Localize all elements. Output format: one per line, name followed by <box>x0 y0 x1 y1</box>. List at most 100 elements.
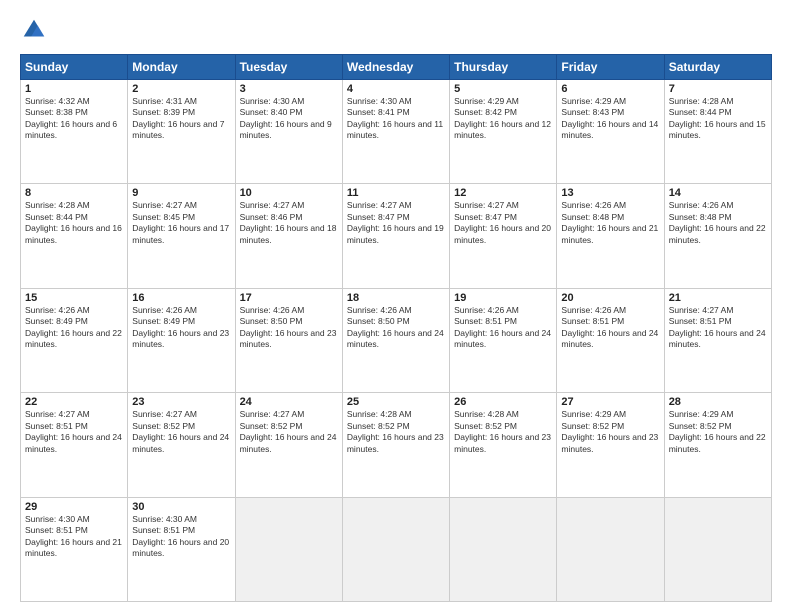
day-info: Sunrise: 4:28 AMSunset: 8:44 PMDaylight:… <box>25 200 123 246</box>
day-cell: 17Sunrise: 4:26 AMSunset: 8:50 PMDayligh… <box>235 288 342 392</box>
day-number: 2 <box>132 83 230 95</box>
logo <box>20 16 52 44</box>
day-number: 24 <box>240 396 338 408</box>
day-number: 19 <box>454 292 552 304</box>
day-info: Sunrise: 4:27 AMSunset: 8:47 PMDaylight:… <box>347 200 445 246</box>
logo-icon <box>20 16 48 44</box>
day-info: Sunrise: 4:27 AMSunset: 8:46 PMDaylight:… <box>240 200 338 246</box>
day-cell: 10Sunrise: 4:27 AMSunset: 8:46 PMDayligh… <box>235 184 342 288</box>
col-header-friday: Friday <box>557 55 664 80</box>
day-cell: 11Sunrise: 4:27 AMSunset: 8:47 PMDayligh… <box>342 184 449 288</box>
col-header-thursday: Thursday <box>450 55 557 80</box>
day-cell: 28Sunrise: 4:29 AMSunset: 8:52 PMDayligh… <box>664 393 771 497</box>
day-cell: 26Sunrise: 4:28 AMSunset: 8:52 PMDayligh… <box>450 393 557 497</box>
day-cell: 12Sunrise: 4:27 AMSunset: 8:47 PMDayligh… <box>450 184 557 288</box>
day-cell: 29Sunrise: 4:30 AMSunset: 8:51 PMDayligh… <box>21 497 128 601</box>
col-header-saturday: Saturday <box>664 55 771 80</box>
col-header-sunday: Sunday <box>21 55 128 80</box>
day-number: 17 <box>240 292 338 304</box>
week-row-5: 29 Sunrise: 4:30 AMSunset: 8:51 PMDayligh… <box>21 497 772 601</box>
day-info: Sunrise: 4:32 AMSunset: 8:38 PMDaylight:… <box>25 96 123 142</box>
day-number: 4 <box>347 83 445 95</box>
day-number: 15 <box>25 292 123 304</box>
day-number: 27 <box>561 396 659 408</box>
day-info: Sunrise: 4:26 AMSunset: 8:48 PMDaylight:… <box>669 200 767 246</box>
day-number: 5 <box>454 83 552 95</box>
day-number: 29 <box>25 501 123 513</box>
day-number: 3 <box>240 83 338 95</box>
day-cell: 27Sunrise: 4:29 AMSunset: 8:52 PMDayligh… <box>557 393 664 497</box>
day-number: 14 <box>669 187 767 199</box>
calendar-table: SundayMondayTuesdayWednesdayThursdayFrid… <box>20 54 772 602</box>
day-cell: 22Sunrise: 4:27 AMSunset: 8:51 PMDayligh… <box>21 393 128 497</box>
day-info: Sunrise: 4:26 AMSunset: 8:51 PMDaylight:… <box>454 305 552 351</box>
day-cell: 20Sunrise: 4:26 AMSunset: 8:51 PMDayligh… <box>557 288 664 392</box>
day-number: 25 <box>347 396 445 408</box>
day-number: 26 <box>454 396 552 408</box>
day-cell: 21Sunrise: 4:27 AMSunset: 8:51 PMDayligh… <box>664 288 771 392</box>
day-info: Sunrise: 4:28 AMSunset: 8:44 PMDaylight:… <box>669 96 767 142</box>
day-cell: 23Sunrise: 4:27 AMSunset: 8:52 PMDayligh… <box>128 393 235 497</box>
col-header-monday: Monday <box>128 55 235 80</box>
day-info: Sunrise: 4:27 AMSunset: 8:51 PMDaylight:… <box>669 305 767 351</box>
day-info: Sunrise: 4:27 AMSunset: 8:52 PMDaylight:… <box>132 409 230 455</box>
day-info: Sunrise: 4:30 AMSunset: 8:40 PMDaylight:… <box>240 96 338 142</box>
day-cell <box>664 497 771 601</box>
day-info: Sunrise: 4:26 AMSunset: 8:48 PMDaylight:… <box>561 200 659 246</box>
col-header-tuesday: Tuesday <box>235 55 342 80</box>
day-cell: 8Sunrise: 4:28 AMSunset: 8:44 PMDaylight… <box>21 184 128 288</box>
week-row-4: 22Sunrise: 4:27 AMSunset: 8:51 PMDayligh… <box>21 393 772 497</box>
day-cell <box>450 497 557 601</box>
day-cell: 2Sunrise: 4:31 AMSunset: 8:39 PMDaylight… <box>128 80 235 184</box>
day-number: 23 <box>132 396 230 408</box>
day-number: 20 <box>561 292 659 304</box>
day-number: 28 <box>669 396 767 408</box>
header <box>20 16 772 44</box>
day-number: 11 <box>347 187 445 199</box>
day-cell: 7Sunrise: 4:28 AMSunset: 8:44 PMDaylight… <box>664 80 771 184</box>
week-row-3: 15Sunrise: 4:26 AMSunset: 8:49 PMDayligh… <box>21 288 772 392</box>
day-number: 30 <box>132 501 230 513</box>
page: SundayMondayTuesdayWednesdayThursdayFrid… <box>0 0 792 612</box>
day-info: Sunrise: 4:29 AMSunset: 8:52 PMDaylight:… <box>669 409 767 455</box>
day-info: Sunrise: 4:27 AMSunset: 8:51 PMDaylight:… <box>25 409 123 455</box>
day-info: Sunrise: 4:30 AMSunset: 8:41 PMDaylight:… <box>347 96 445 142</box>
day-cell: 6Sunrise: 4:29 AMSunset: 8:43 PMDaylight… <box>557 80 664 184</box>
day-cell: 13Sunrise: 4:26 AMSunset: 8:48 PMDayligh… <box>557 184 664 288</box>
week-row-2: 8Sunrise: 4:28 AMSunset: 8:44 PMDaylight… <box>21 184 772 288</box>
day-info: Sunrise: 4:30 AMSunset: 8:51 PMDaylight:… <box>132 514 230 560</box>
day-info: Sunrise: 4:26 AMSunset: 8:50 PMDaylight:… <box>240 305 338 351</box>
day-info: Sunrise: 4:27 AMSunset: 8:47 PMDaylight:… <box>454 200 552 246</box>
week-row-1: 1Sunrise: 4:32 AMSunset: 8:38 PMDaylight… <box>21 80 772 184</box>
day-cell <box>235 497 342 601</box>
day-number: 13 <box>561 187 659 199</box>
day-info: Sunrise: 4:26 AMSunset: 8:49 PMDaylight:… <box>25 305 123 351</box>
day-number: 9 <box>132 187 230 199</box>
day-cell: 5Sunrise: 4:29 AMSunset: 8:42 PMDaylight… <box>450 80 557 184</box>
day-number: 10 <box>240 187 338 199</box>
day-cell: 24Sunrise: 4:27 AMSunset: 8:52 PMDayligh… <box>235 393 342 497</box>
day-info: Sunrise: 4:28 AMSunset: 8:52 PMDaylight:… <box>347 409 445 455</box>
calendar-header-row: SundayMondayTuesdayWednesdayThursdayFrid… <box>21 55 772 80</box>
day-number: 6 <box>561 83 659 95</box>
day-number: 7 <box>669 83 767 95</box>
day-info: Sunrise: 4:27 AMSunset: 8:45 PMDaylight:… <box>132 200 230 246</box>
day-info: Sunrise: 4:29 AMSunset: 8:52 PMDaylight:… <box>561 409 659 455</box>
day-number: 21 <box>669 292 767 304</box>
day-cell: 16Sunrise: 4:26 AMSunset: 8:49 PMDayligh… <box>128 288 235 392</box>
day-info: Sunrise: 4:27 AMSunset: 8:52 PMDaylight:… <box>240 409 338 455</box>
day-cell: 3Sunrise: 4:30 AMSunset: 8:40 PMDaylight… <box>235 80 342 184</box>
day-info: Sunrise: 4:31 AMSunset: 8:39 PMDaylight:… <box>132 96 230 142</box>
day-info: Sunrise: 4:26 AMSunset: 8:50 PMDaylight:… <box>347 305 445 351</box>
day-cell: 25Sunrise: 4:28 AMSunset: 8:52 PMDayligh… <box>342 393 449 497</box>
day-info: Sunrise: 4:28 AMSunset: 8:52 PMDaylight:… <box>454 409 552 455</box>
day-cell: 19Sunrise: 4:26 AMSunset: 8:51 PMDayligh… <box>450 288 557 392</box>
day-cell: 4Sunrise: 4:30 AMSunset: 8:41 PMDaylight… <box>342 80 449 184</box>
day-cell <box>342 497 449 601</box>
day-number: 1 <box>25 83 123 95</box>
day-number: 8 <box>25 187 123 199</box>
day-cell <box>557 497 664 601</box>
day-cell: 15Sunrise: 4:26 AMSunset: 8:49 PMDayligh… <box>21 288 128 392</box>
day-number: 18 <box>347 292 445 304</box>
day-info: Sunrise: 4:26 AMSunset: 8:49 PMDaylight:… <box>132 305 230 351</box>
